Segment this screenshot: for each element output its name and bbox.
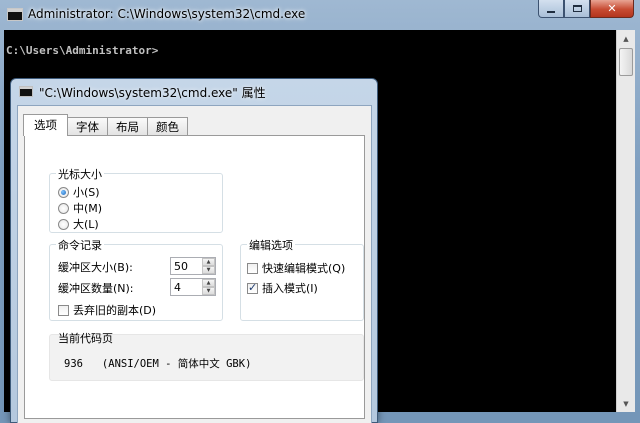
discard-duplicates-label: 丢弃旧的副本(D) xyxy=(73,304,157,317)
scrollbar-thumb[interactable] xyxy=(619,48,633,76)
spin-up-icon[interactable]: ▲ xyxy=(202,279,215,287)
close-icon: ✕ xyxy=(607,2,617,15)
buffer-count-value[interactable]: 4 xyxy=(174,281,181,294)
quick-edit-checkbox[interactable] xyxy=(247,262,258,274)
dialog-title: "C:\Windows\system32\cmd.exe" 属性 xyxy=(39,86,266,100)
code-page-label: 当前代码页 xyxy=(58,332,113,345)
cursor-medium-label: 中(M) xyxy=(73,202,103,215)
discard-duplicates-row[interactable]: 丢弃旧的副本(D) xyxy=(58,302,156,318)
tab-options[interactable]: 选项 xyxy=(23,114,68,136)
scroll-down-arrow-icon[interactable]: ▼ xyxy=(617,395,635,412)
cursor-size-label: 光标大小 xyxy=(56,166,104,182)
command-history-group: 命令记录 缓冲区大小(B): 50 ▲ ▼ 缓冲区数量(N): 4 ▲ ▼ 丢弃… xyxy=(49,237,223,321)
code-page-value: 936 (ANSI/OEM - 简体中文 GBK) xyxy=(64,358,252,370)
tab-colors[interactable]: 颜色 xyxy=(147,117,188,136)
discard-duplicates-checkbox[interactable] xyxy=(58,304,69,316)
options-tab-page: 光标大小 小(S) 中(M) 大(L) 命令记录 缓冲区大小(B): 50 ▲ … xyxy=(24,135,365,419)
cursor-large-radio-row[interactable]: 大(L) xyxy=(58,216,99,232)
properties-dialog: "C:\Windows\system32\cmd.exe" 属性 选项 字体 布… xyxy=(10,78,378,423)
cursor-medium-radio-row[interactable]: 中(M) xyxy=(58,200,102,216)
vertical-scrollbar[interactable]: ▲ ▼ xyxy=(616,30,635,412)
buffer-size-row: 缓冲区大小(B): 50 ▲ ▼ xyxy=(58,257,218,275)
insert-mode-label: 插入模式(I) xyxy=(262,282,318,295)
tab-font[interactable]: 字体 xyxy=(67,117,108,136)
quick-edit-label: 快速编辑模式(Q) xyxy=(262,262,346,275)
console-prompt: C:\Users\Administrator> xyxy=(6,44,159,57)
spin-down-icon[interactable]: ▼ xyxy=(202,287,215,295)
scroll-up-arrow-icon[interactable]: ▲ xyxy=(617,30,635,47)
cursor-large-radio[interactable] xyxy=(58,218,69,230)
buffer-size-value[interactable]: 50 xyxy=(174,260,188,273)
cmd-titlebar[interactable]: Administrator: C:\Windows\system32\cmd.e… xyxy=(0,0,640,30)
window-controls: ✕ xyxy=(538,0,634,18)
dialog-titlebar[interactable]: "C:\Windows\system32\cmd.exe" 属性 xyxy=(11,79,377,103)
edit-options-group: 编辑选项 快速编辑模式(Q) 插入模式(I) xyxy=(240,237,364,321)
dialog-body: 选项 字体 布局 颜色 光标大小 小(S) 中(M) 大(L) 命令记录 缓冲区… xyxy=(17,105,372,423)
buffer-count-label: 缓冲区数量(N): xyxy=(58,282,134,295)
cursor-large-label: 大(L) xyxy=(73,218,99,231)
tab-strip: 选项 字体 布局 颜色 xyxy=(23,114,188,136)
spin-up-icon[interactable]: ▲ xyxy=(202,258,215,266)
buffer-size-stepper[interactable]: 50 ▲ ▼ xyxy=(170,257,216,275)
cursor-small-label: 小(S) xyxy=(73,186,100,199)
cursor-small-radio[interactable] xyxy=(58,186,69,198)
minimize-icon xyxy=(547,10,555,13)
insert-mode-row[interactable]: 插入模式(I) xyxy=(247,280,318,296)
buffer-size-label: 缓冲区大小(B): xyxy=(58,261,133,274)
minimize-button[interactable] xyxy=(538,0,564,18)
spin-down-icon[interactable]: ▼ xyxy=(202,266,215,274)
buffer-size-spin-buttons: ▲ ▼ xyxy=(202,258,215,274)
dialog-app-icon[interactable] xyxy=(19,86,33,97)
maximize-button[interactable] xyxy=(564,0,590,18)
buffer-count-row: 缓冲区数量(N): 4 ▲ ▼ xyxy=(58,278,218,296)
command-history-label: 命令记录 xyxy=(56,237,104,253)
code-page-group: 当前代码页 936 (ANSI/OEM - 简体中文 GBK) xyxy=(49,332,364,381)
cursor-medium-radio[interactable] xyxy=(58,202,69,214)
maximize-icon xyxy=(572,5,582,12)
cmd-window-title: Administrator: C:\Windows\system32\cmd.e… xyxy=(28,7,306,21)
cursor-small-radio-row[interactable]: 小(S) xyxy=(58,184,100,200)
close-button[interactable]: ✕ xyxy=(590,0,634,18)
cmd-app-icon[interactable] xyxy=(7,8,23,21)
buffer-count-stepper[interactable]: 4 ▲ ▼ xyxy=(170,278,216,296)
quick-edit-row[interactable]: 快速编辑模式(Q) xyxy=(247,260,345,276)
tab-layout[interactable]: 布局 xyxy=(107,117,148,136)
buffer-count-spin-buttons: ▲ ▼ xyxy=(202,279,215,295)
insert-mode-checkbox[interactable] xyxy=(247,281,258,294)
edit-options-label: 编辑选项 xyxy=(247,237,295,253)
cursor-size-group: 光标大小 小(S) 中(M) 大(L) xyxy=(49,166,223,233)
